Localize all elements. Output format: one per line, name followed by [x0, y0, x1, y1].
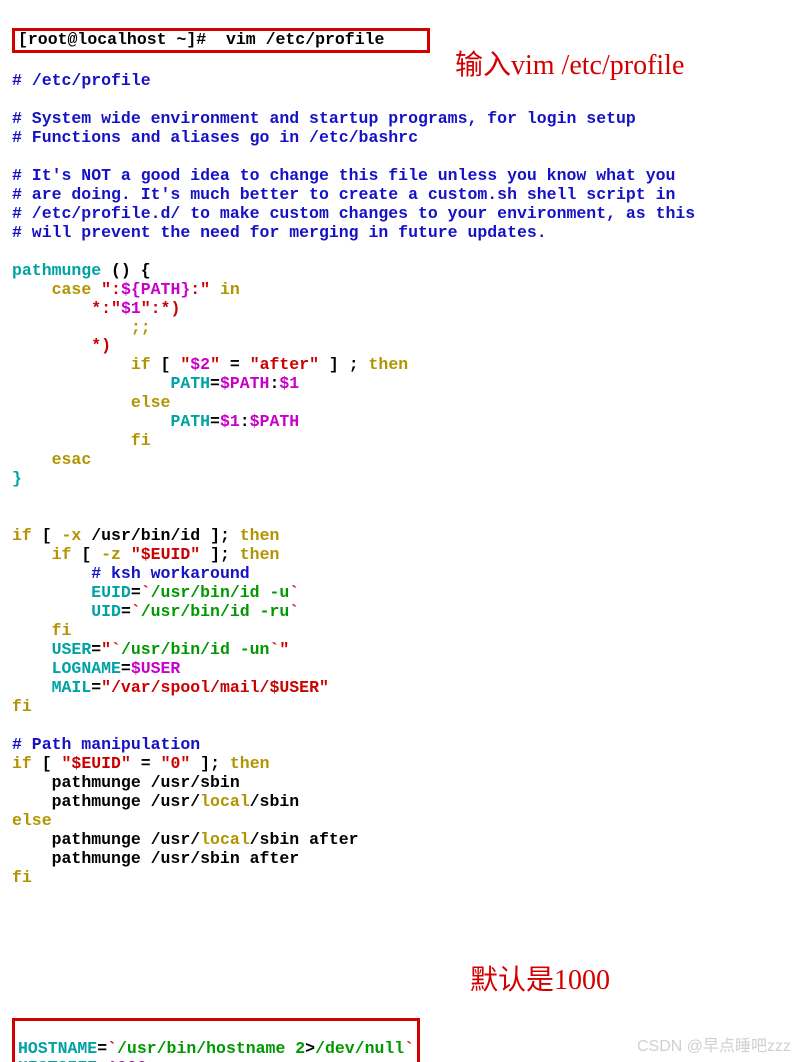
assign-line: MAIL="/var/spool/mail/$USER" — [52, 678, 329, 697]
prompt-text: [root@localhost ~]# vim /etc/profile — [18, 30, 424, 49]
assign-line: UID=`/usr/bin/id -ru` — [91, 602, 299, 621]
assign-line: USER="`/usr/bin/id -un`" — [52, 640, 290, 659]
annotation-top: 输入vim /etc/profile — [455, 50, 684, 82]
hostname-box: HOSTNAME=`/usr/bin/hostname 2>/dev/null`… — [12, 1018, 420, 1062]
fi-kw: fi — [12, 868, 32, 887]
if-line: if [ -z "$EUID" ]; then — [52, 545, 280, 564]
esac-kw: esac — [52, 450, 92, 469]
comment: # /etc/profile — [12, 71, 151, 90]
else-kw: else — [131, 393, 171, 412]
case-branch: *:"$1":*) — [91, 299, 180, 318]
comment: # ksh workaround — [91, 564, 249, 583]
assign-line: PATH=$1:$PATH — [170, 412, 299, 431]
assign-line: PATH=$PATH:$1 — [170, 374, 299, 393]
code-line: pathmunge /usr/local/sbin after — [52, 830, 359, 849]
watermark: CSDN @早点睡吧zzz — [637, 1038, 791, 1056]
comment: # Path manipulation — [12, 735, 200, 754]
comment: # It's NOT a good idea to change this fi… — [12, 166, 675, 185]
code-line: pathmunge /usr/local/sbin — [52, 792, 300, 811]
annotation-bottom: 默认是1000 — [470, 965, 610, 997]
else-kw: else — [12, 811, 52, 830]
terminal-output: [root@localhost ~]# vim /etc/profile # /… — [0, 0, 805, 888]
comment: # will prevent the need for merging in f… — [12, 223, 547, 242]
case-line: case ":${PATH}:" in — [52, 280, 240, 299]
if-line: if [ "$2" = "after" ] ; then — [131, 355, 408, 374]
code-line: pathmunge /usr/sbin after — [52, 849, 300, 868]
fi-kw: fi — [52, 621, 72, 640]
comment: # Functions and aliases go in /etc/bashr… — [12, 128, 418, 147]
case-star: *) — [91, 336, 111, 355]
comment: # /etc/profile.d/ to make custom changes… — [12, 204, 695, 223]
assign-line: LOGNAME=$USER — [52, 659, 181, 678]
if-line: if [ -x /usr/bin/id ]; then — [12, 526, 279, 545]
fi-kw: fi — [12, 697, 32, 716]
comment: # System wide environment and startup pr… — [12, 109, 636, 128]
assign-line: HISTSIZE=1000 — [18, 1058, 147, 1062]
close-brace: } — [12, 469, 22, 488]
case-sep: ;; — [131, 318, 151, 337]
func-def: pathmunge () { — [12, 261, 151, 280]
comment: # are doing. It's much better to create … — [12, 185, 675, 204]
code-line: pathmunge /usr/sbin — [52, 773, 240, 792]
assign-line: EUID=`/usr/bin/id -u` — [91, 583, 299, 602]
if-line: if [ "$EUID" = "0" ]; then — [12, 754, 270, 773]
assign-line: HOSTNAME=`/usr/bin/hostname 2>/dev/null` — [18, 1039, 414, 1058]
command-box: [root@localhost ~]# vim /etc/profile — [12, 28, 430, 53]
fi-kw: fi — [131, 431, 151, 450]
